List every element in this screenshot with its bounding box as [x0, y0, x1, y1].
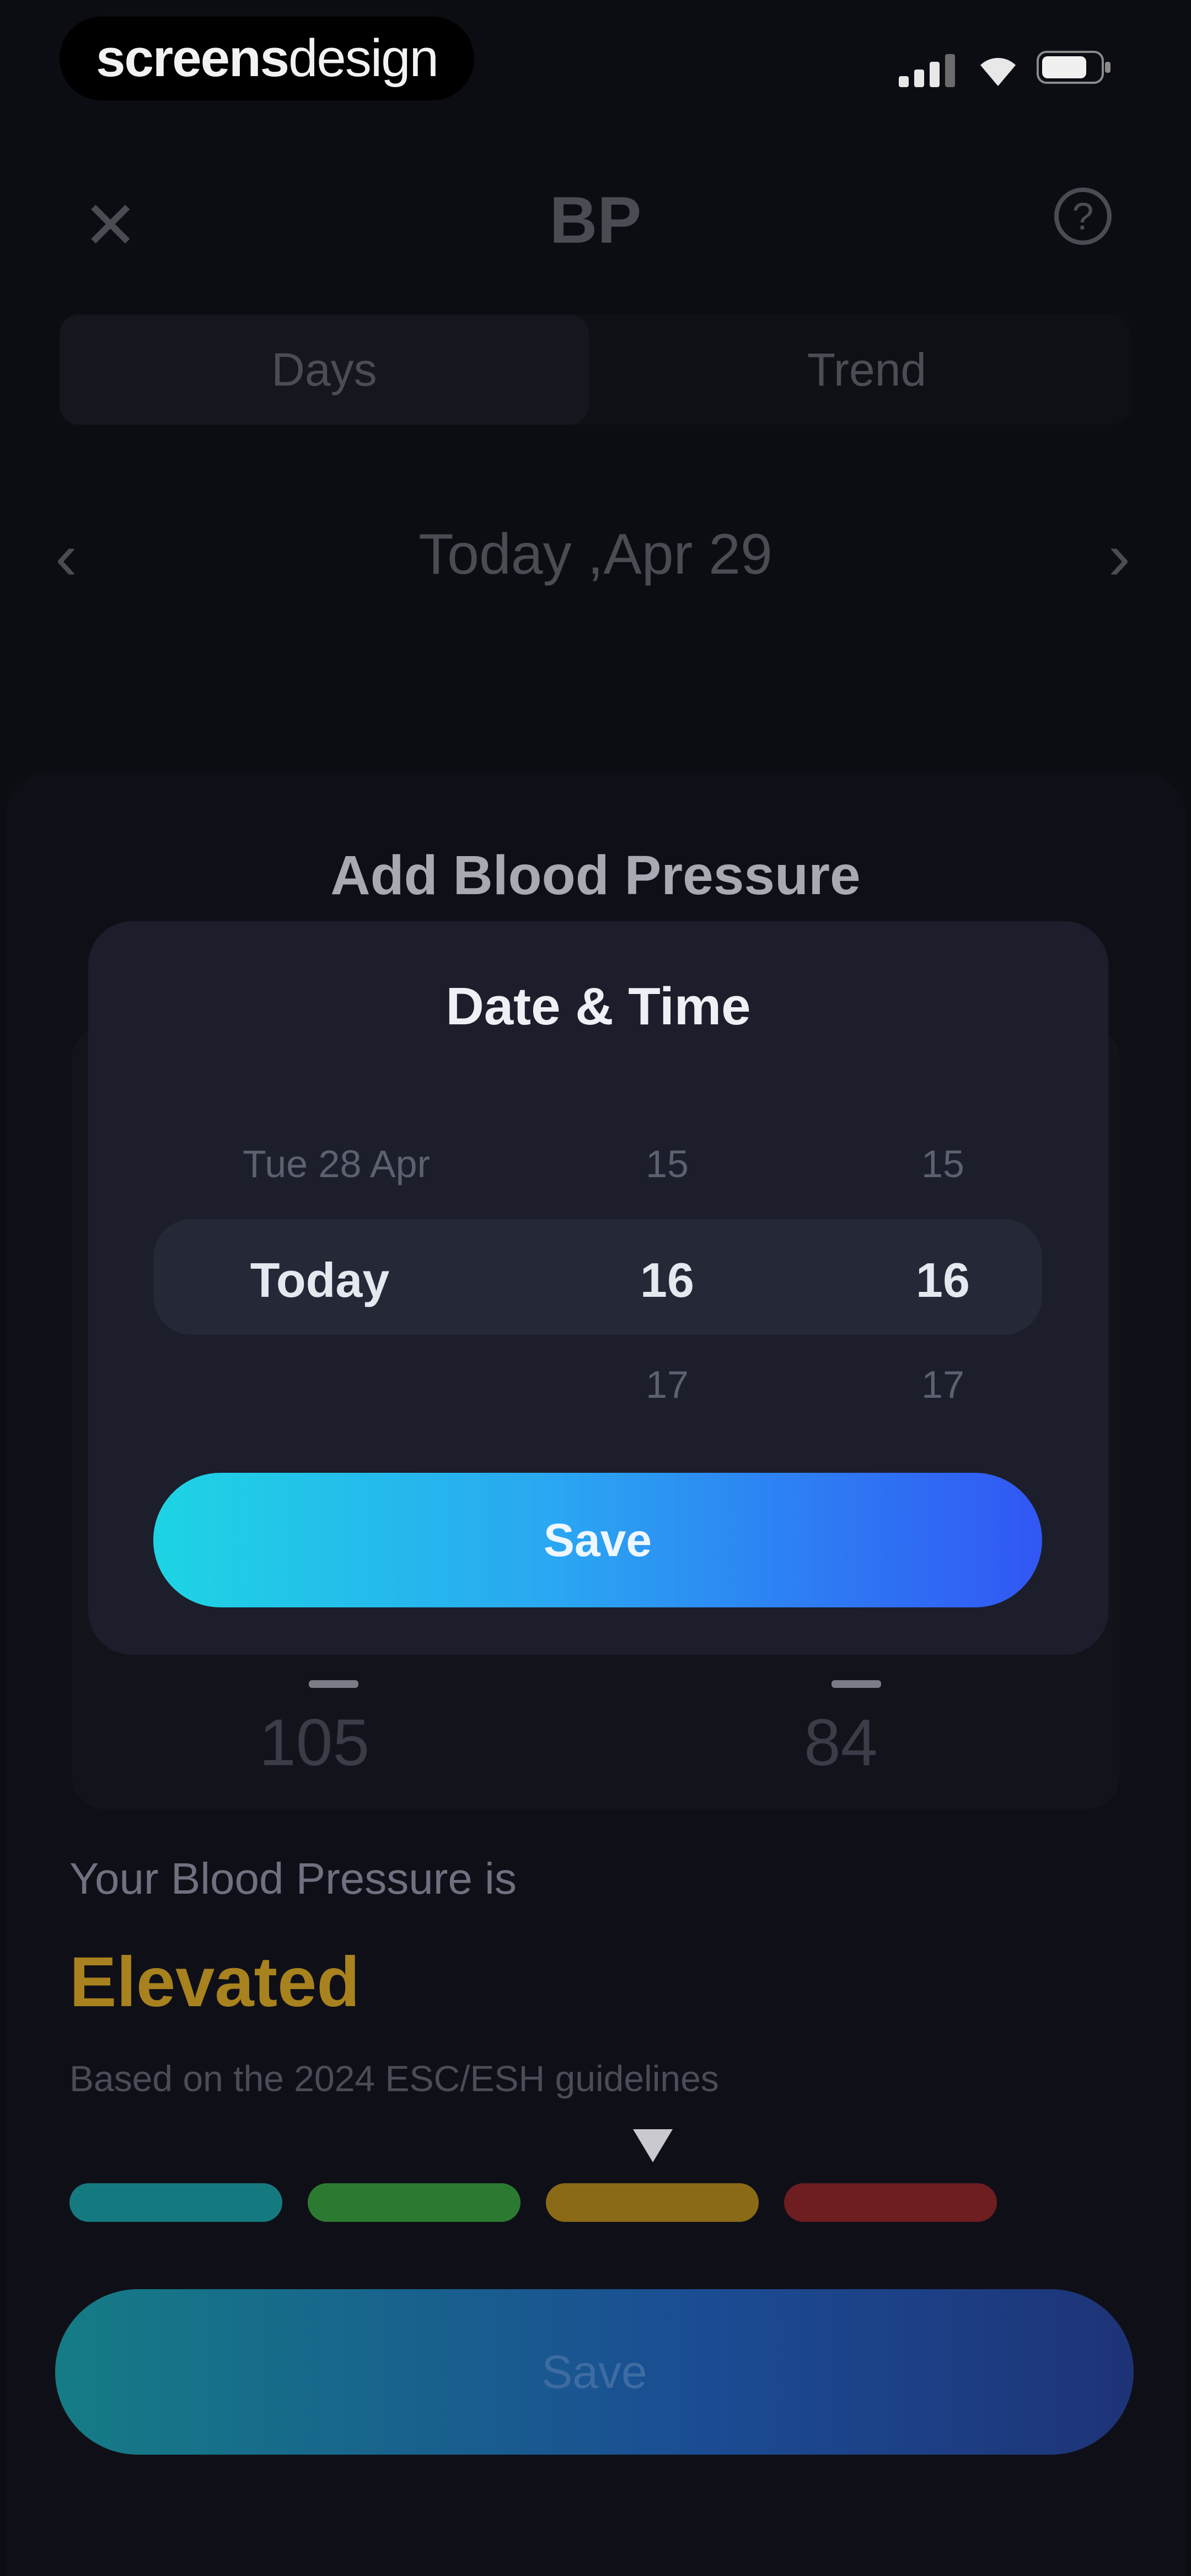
scale-bar-elevated — [546, 2183, 759, 2222]
status-value: Elevated — [69, 1943, 360, 2022]
scale-bar-hypertension — [784, 2183, 997, 2222]
chevron-right-icon[interactable]: › — [1108, 519, 1130, 595]
picker-hour-prev[interactable]: 15 — [629, 1142, 706, 1186]
save-button[interactable]: Save — [55, 2289, 1134, 2455]
cellular-signal-icon — [899, 54, 955, 87]
picker-hour-selected[interactable]: 16 — [629, 1252, 706, 1308]
wifi-icon — [980, 58, 1016, 86]
picker-minute-selected[interactable]: 16 — [904, 1252, 981, 1308]
scale-marker-icon — [633, 2129, 673, 2162]
modal-save-button[interactable]: Save — [153, 1473, 1042, 1607]
systolic-divider — [309, 1680, 358, 1688]
brand-badge: screensdesign — [60, 17, 474, 100]
tab-trend[interactable]: Trend — [602, 314, 1131, 425]
tab-days[interactable]: Days — [60, 314, 589, 425]
diastolic-divider — [831, 1680, 881, 1688]
date-time-modal: Date & Time Tue 28 Apr Today 15 16 17 15… — [88, 921, 1108, 1655]
date-label: Today ,Apr 29 — [419, 522, 772, 586]
modal-title: Date & Time — [446, 977, 751, 1036]
diastolic-value[interactable]: 84 — [804, 1704, 877, 1781]
scale-bar-optimal — [308, 2183, 521, 2222]
battery-icon — [1037, 51, 1110, 84]
help-icon[interactable]: ? — [1054, 188, 1112, 245]
systolic-value[interactable]: 105 — [259, 1704, 369, 1781]
picker-day-prev[interactable]: Tue 28 Apr — [221, 1142, 452, 1186]
segmented-control: Days Trend — [60, 314, 1131, 425]
picker-minute-prev[interactable]: 15 — [904, 1142, 981, 1186]
brand-logo: screensdesign — [96, 29, 439, 88]
page-title: BP — [549, 183, 642, 257]
sheet-title: Add Blood Pressure — [330, 845, 861, 906]
status-label: Your Blood Pressure is — [69, 1854, 517, 1903]
guideline-note: Based on the 2024 ESC/ESH guidelines — [69, 2058, 719, 2099]
scale-bar-normal — [69, 2183, 282, 2222]
picker-day-selected[interactable]: Today — [221, 1252, 419, 1308]
picker-hour-next[interactable]: 17 — [629, 1362, 706, 1407]
picker-minute-next[interactable]: 17 — [904, 1362, 981, 1407]
